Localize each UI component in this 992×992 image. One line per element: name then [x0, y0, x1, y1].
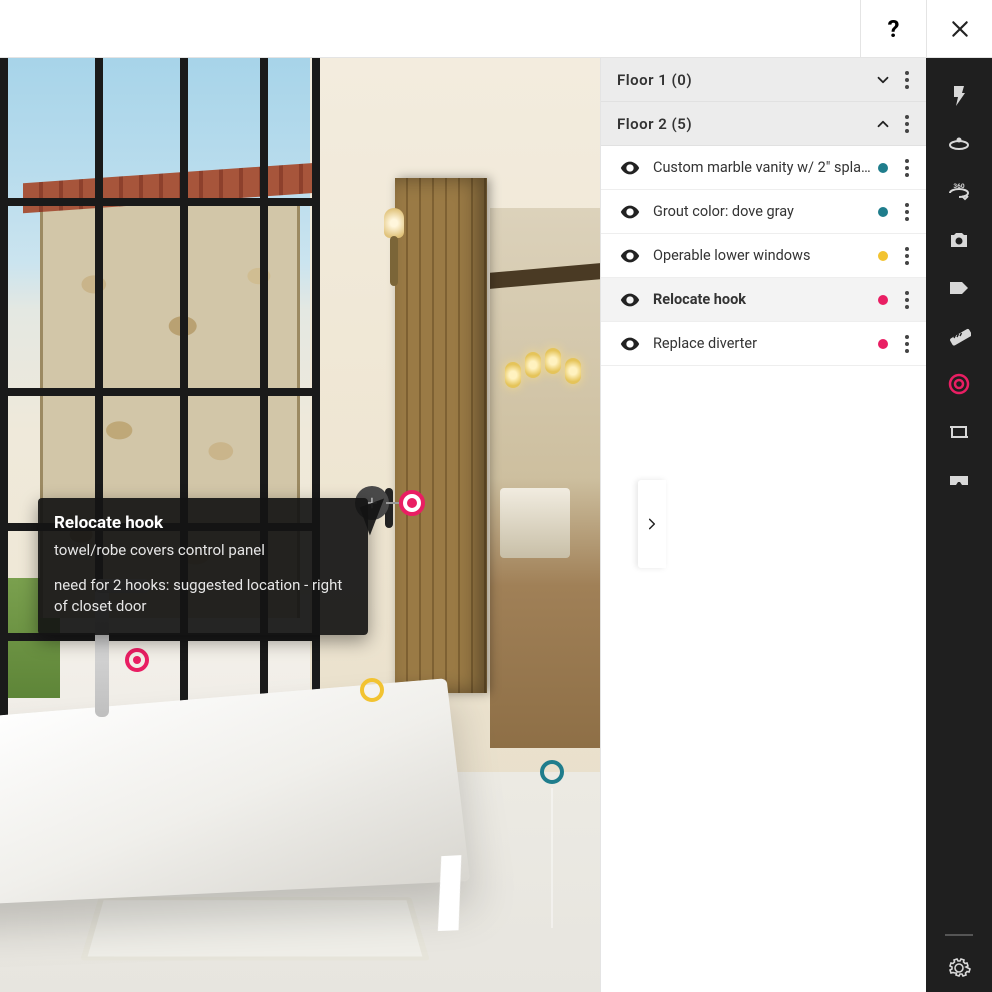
svg-text:360: 360 [953, 182, 964, 190]
location-pin-tool[interactable] [926, 72, 992, 120]
color-dot-icon [878, 163, 888, 173]
item-menu-button[interactable] [898, 203, 916, 221]
list-item[interactable]: Replace diverter [601, 322, 926, 366]
item-menu-button[interactable] [898, 247, 916, 265]
tag-tool[interactable] [926, 264, 992, 312]
tooltip-subtitle: towel/robe covers control panel [54, 540, 352, 561]
group-floor-2[interactable]: Floor 2 (5) [601, 102, 926, 146]
crop-tool[interactable] [926, 408, 992, 456]
measure-tool[interactable] [926, 312, 992, 360]
item-label: Custom marble vanity w/ 2" splash… [653, 159, 872, 176]
top-bar: ? [0, 0, 992, 58]
item-label: Grout color: dove gray [653, 203, 872, 220]
item-label: Operable lower windows [653, 247, 872, 264]
list-item[interactable]: Relocate hook [601, 278, 926, 322]
orbit-tool[interactable] [926, 120, 992, 168]
chevron-up-icon [874, 115, 892, 133]
color-dot-icon [878, 295, 888, 305]
pin-relocate-hook-2[interactable] [125, 648, 149, 672]
right-toolbar: 360 [926, 58, 992, 992]
tooltip-body: need for 2 hooks: suggested location - r… [54, 575, 352, 617]
group-title: Floor 1 (0) [617, 71, 874, 89]
collapse-panel-button[interactable] [638, 480, 666, 568]
color-dot-icon [878, 207, 888, 217]
orbit-icon [947, 132, 971, 156]
fullscreen-button[interactable] [616, 934, 644, 962]
group-menu-button[interactable] [898, 71, 916, 89]
vr-tool[interactable] [926, 456, 992, 504]
view-360-tool[interactable]: 360 [926, 168, 992, 216]
visibility-icon[interactable] [619, 245, 641, 267]
scene-backdrop: + Relocate hook towel/robe covers contro… [0, 58, 600, 992]
help-button[interactable]: ? [860, 0, 926, 57]
settings-icon [947, 956, 971, 980]
item-menu-button[interactable] [898, 159, 916, 177]
hotspot-tool[interactable] [926, 360, 992, 408]
item-menu-button[interactable] [898, 291, 916, 309]
color-dot-icon [878, 251, 888, 261]
item-label: Replace diverter [653, 335, 872, 352]
list-item[interactable]: Custom marble vanity w/ 2" splash… [601, 146, 926, 190]
list-item[interactable]: Operable lower windows [601, 234, 926, 278]
pin-operable-windows[interactable] [360, 678, 384, 702]
location-pin-icon [947, 84, 971, 108]
tag-icon [947, 276, 971, 300]
list-item[interactable]: Grout color: dove gray [601, 190, 926, 234]
view-360-icon: 360 [947, 180, 971, 204]
toolbar-divider [945, 934, 973, 936]
measure-icon [947, 324, 971, 348]
settings-button[interactable] [926, 944, 992, 992]
color-dot-icon [878, 339, 888, 349]
tooltip-title: Relocate hook [54, 512, 352, 536]
group-floor-1[interactable]: Floor 1 (0) [601, 58, 926, 102]
visibility-icon[interactable] [619, 333, 641, 355]
camera-icon [947, 228, 971, 252]
chevron-down-icon [874, 71, 892, 89]
pin-grout-color[interactable] [540, 760, 564, 784]
hotspot-ring-icon [399, 490, 425, 516]
chevron-right-icon [645, 517, 659, 531]
group-title: Floor 2 (5) [617, 115, 874, 133]
hotspot-icon [947, 372, 971, 396]
annotation-tooltip: Relocate hook towel/robe covers control … [38, 498, 368, 635]
visibility-icon[interactable] [619, 201, 641, 223]
group-menu-button[interactable] [898, 115, 916, 133]
item-menu-button[interactable] [898, 335, 916, 353]
camera-tool[interactable] [926, 216, 992, 264]
visibility-icon[interactable] [619, 157, 641, 179]
visibility-icon[interactable] [619, 289, 641, 311]
vr-icon [947, 468, 971, 492]
item-label: Relocate hook [653, 291, 872, 308]
close-icon [950, 19, 970, 39]
close-button[interactable] [926, 0, 992, 57]
crop-icon [947, 420, 971, 444]
